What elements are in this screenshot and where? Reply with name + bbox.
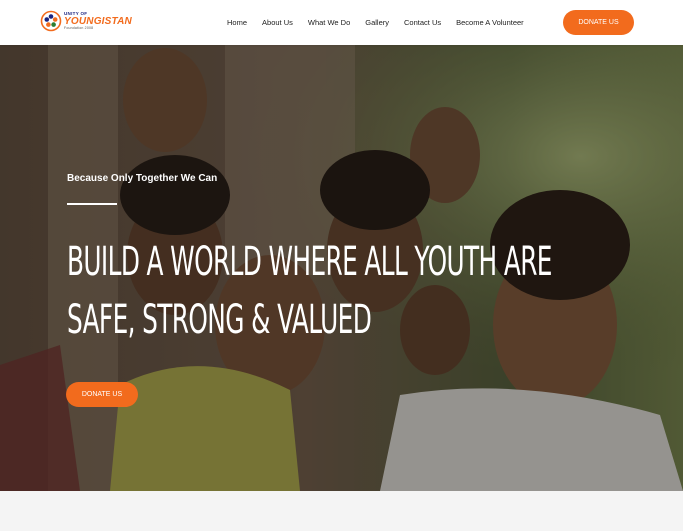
nav-gallery[interactable]: Gallery [365,18,389,27]
main-nav: Home About Us What We Do Gallery Contact… [225,0,539,45]
logo-name: YOUNGISTAN [64,15,132,27]
nav-about-us[interactable]: About Us [262,18,293,27]
hero-section: Because Only Together We Can BUILD A WOR… [0,45,683,491]
next-section-strip [0,491,683,531]
nav-what-we-do[interactable]: What We Do [308,18,350,27]
header-donate-button[interactable]: DONATE US [563,10,634,35]
flower-emblem-icon [40,10,62,32]
hero-donate-button[interactable]: DONATE US [66,382,138,407]
nav-contact-us[interactable]: Contact Us [404,18,441,27]
headline-line-2: SAFE, STRONG & VALUED [67,297,372,343]
logo-wordmark: UNITY OF YOUNGISTAN Foundation 2008 [64,11,132,30]
headline-line-1: BUILD A WORLD WHERE ALL YOUTH ARE [67,239,552,285]
site-header: UNITY OF YOUNGISTAN Foundation 2008 Home… [0,0,683,45]
site-logo[interactable]: UNITY OF YOUNGISTAN Foundation 2008 [40,10,132,32]
logo-foundation-text: Foundation 2008 [64,25,94,30]
tagline-divider [67,203,117,205]
hero-headline: BUILD A WORLD WHERE ALL YOUTH ARE SAFE, … [67,233,552,349]
nav-home[interactable]: Home [227,18,247,27]
nav-become-volunteer[interactable]: Become A Volunteer [456,18,524,27]
hero-tagline: Because Only Together We Can [67,173,218,184]
